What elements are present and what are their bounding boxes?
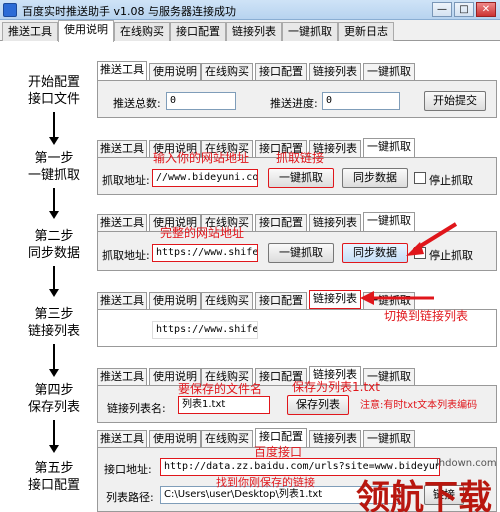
arrow-down-icon — [49, 211, 59, 219]
list-name-label: 链接列表名: — [107, 402, 166, 415]
annotation-find-saved: 找到你刚保存的链接 — [216, 476, 315, 489]
mini-tab: 推送工具 — [97, 368, 147, 385]
grab-url-field[interactable]: https://www.shifeng — [152, 244, 258, 262]
link-list-entry[interactable]: https://www.shifeng — [152, 321, 258, 339]
mini-tab: 使用说明 — [149, 63, 201, 80]
api-url-label: 接口地址: — [104, 463, 152, 476]
step3-title-line1: 第三步 — [34, 307, 74, 322]
tab-push-tool[interactable]: 推送工具 — [2, 22, 58, 41]
arrow-down-icon — [49, 369, 59, 377]
step1-title-line1: 第一步 — [34, 151, 74, 166]
stop-grab-checkbox[interactable] — [414, 172, 426, 184]
mini-tab: 链接列表 — [309, 63, 361, 80]
mini-tab: 链接列表 — [309, 290, 361, 309]
mini-tab: 接口配置 — [255, 63, 307, 80]
step4-title-line2: 保存列表 — [27, 400, 80, 415]
mini-tab: 在线购买 — [201, 63, 253, 80]
grab-url-label: 抓取地址: — [102, 174, 150, 187]
tab-buy-online[interactable]: 在线购买 — [114, 22, 170, 41]
maximize-icon[interactable]: □ — [454, 2, 474, 17]
annotation-switch-list: 切换到链接列表 — [384, 309, 469, 323]
flow-connector — [53, 344, 55, 370]
mini-tab: 接口配置 — [255, 292, 307, 309]
mini-tab: 推送工具 — [97, 140, 147, 157]
grab-url-label: 抓取地址: — [102, 249, 150, 262]
tab-changelog[interactable]: 更新日志 — [338, 22, 394, 41]
flow-connector — [53, 266, 55, 290]
sync-data-button[interactable]: 同步数据 — [342, 243, 408, 263]
watermark-logo: 领航下载 — [356, 478, 492, 512]
window-title: 百度实时推送助手 v1.08 与服务器连接成功 — [22, 5, 236, 18]
one-click-grab-button[interactable]: 一键抓取 — [268, 168, 334, 188]
annotation-save-as: 保存为列表1.txt — [292, 380, 380, 394]
mini-tab: 推送工具 — [97, 214, 147, 231]
progress-field[interactable]: 0 — [322, 92, 400, 110]
watermark-url: lhdown.com — [436, 458, 497, 469]
step0-title-line1: 开始配置 — [27, 75, 80, 90]
step4-title-line1: 第四步 — [34, 383, 74, 398]
annotation-baidu-api: 百度接口 — [254, 445, 303, 459]
step0-title-line2: 接口文件 — [27, 92, 80, 107]
flow-connector — [53, 420, 55, 446]
arrow-down-icon — [49, 289, 59, 297]
mini-tab: 推送工具 — [97, 430, 147, 447]
tab-api-config[interactable]: 接口配置 — [170, 22, 226, 41]
mini-tab: 链接列表 — [309, 430, 361, 447]
start-submit-button[interactable]: 开始提交 — [424, 91, 486, 111]
total-field[interactable]: 0 — [166, 92, 236, 110]
step3-title-line2: 链接列表 — [27, 324, 80, 339]
step5-title-line1: 第五步 — [34, 461, 74, 476]
tab-link-list[interactable]: 链接列表 — [226, 22, 282, 41]
tab-one-click-grab[interactable]: 一键抓取 — [282, 22, 338, 41]
save-list-button[interactable]: 保存列表 — [287, 395, 349, 415]
mini-tab: 一键抓取 — [363, 63, 415, 80]
one-click-grab-button[interactable]: 一键抓取 — [268, 243, 334, 263]
app-icon — [3, 3, 17, 17]
annotation-grab-links: 抓取链接 — [276, 151, 325, 165]
total-label: 推送总数: — [113, 97, 161, 110]
mini-tab: 在线购买 — [201, 292, 253, 309]
sync-data-button[interactable]: 同步数据 — [342, 168, 408, 188]
mini-tab: 接口配置 — [255, 214, 307, 231]
list-name-field[interactable]: 列表1.txt — [178, 396, 270, 414]
mini-tab: 在线购买 — [201, 430, 253, 447]
annotation-full-url: 完整的网站地址 — [160, 226, 245, 240]
mini-tab: 一键抓取 — [363, 138, 415, 157]
main-tab-strip: 推送工具 使用说明 在线购买 接口配置 链接列表 一键抓取 更新日志 — [0, 20, 500, 42]
grab-url-field[interactable]: //www.bideyuni.com — [152, 169, 258, 187]
list-path-label: 列表路径: — [106, 491, 154, 504]
step1-title-line2: 一键抓取 — [27, 168, 80, 183]
annotation-enter-site: 输入你的网站地址 — [153, 151, 250, 165]
mini-tab: 使用说明 — [149, 292, 201, 309]
close-icon[interactable]: ✕ — [476, 2, 496, 17]
annotation-encoding-warning: 注意:有时txt文本列表编码 — [360, 400, 478, 411]
pointer-arrow-icon — [360, 291, 434, 305]
step0-mini-tabs: 推送工具 使用说明 在线购买 接口配置 链接列表 一键抓取 — [97, 61, 497, 80]
step2-title-line1: 第二步 — [34, 229, 74, 244]
tab-instructions[interactable]: 使用说明 — [58, 20, 114, 42]
stop-grab-label: 停止抓取 — [429, 174, 473, 187]
pointer-arrow-icon — [406, 222, 458, 256]
flow-connector — [53, 112, 55, 138]
arrow-down-icon — [49, 445, 59, 453]
arrow-down-icon — [49, 137, 59, 145]
step5-title-line2: 接口配置 — [27, 478, 80, 493]
progress-label: 推送进度: — [270, 97, 318, 110]
mini-tab: 链接列表 — [309, 214, 361, 231]
mini-tab: 一键抓取 — [363, 430, 415, 447]
minimize-icon[interactable]: — — [432, 2, 452, 17]
mini-tab: 推送工具 — [97, 292, 147, 309]
flow-connector — [53, 188, 55, 212]
title-bar: 百度实时推送助手 v1.08 与服务器连接成功 — □ ✕ — [0, 0, 500, 20]
step2-title-line2: 同步数据 — [27, 246, 80, 261]
mini-tab: 推送工具 — [97, 61, 147, 80]
mini-tab: 使用说明 — [149, 430, 201, 447]
annotation-file-name: 要保存的文件名 — [178, 382, 263, 396]
